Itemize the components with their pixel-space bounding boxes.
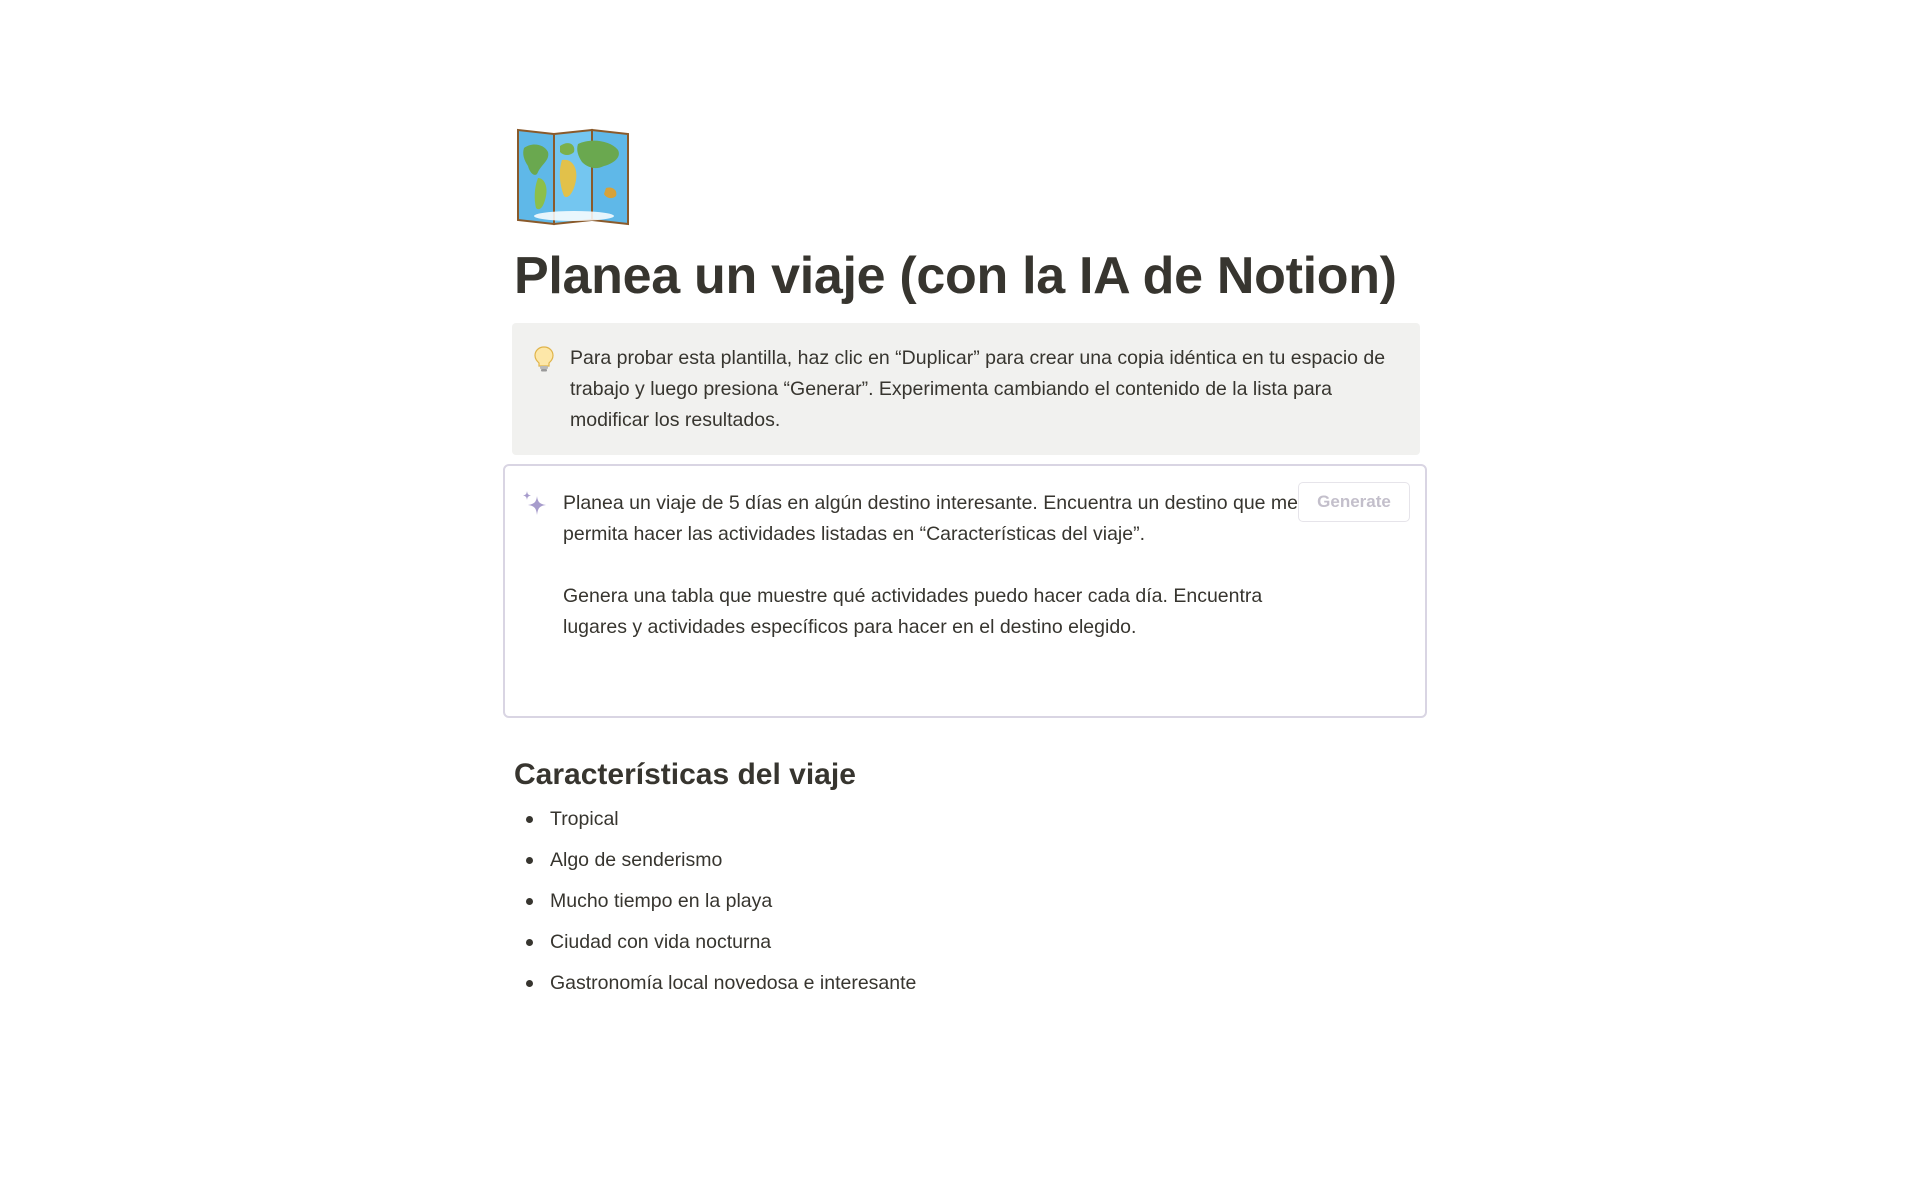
list-item-label: Algo de senderismo [550, 849, 723, 871]
bullet-icon [526, 816, 533, 823]
bullet-icon [526, 980, 533, 987]
list-item[interactable]: Ciudad con vida nocturna [514, 927, 1214, 968]
world-map-icon[interactable] [514, 126, 632, 228]
list-item[interactable]: Algo de senderismo [514, 845, 1214, 886]
list-item[interactable]: Mucho tiempo en la playa [514, 886, 1214, 927]
callout: Para probar esta plantilla, haz clic en … [512, 323, 1420, 455]
callout-text: Para probar esta plantilla, haz clic en … [570, 347, 1386, 431]
bullet-icon [526, 939, 533, 946]
list-item[interactable]: Gastronomía local novedosa e interesante [514, 968, 1214, 1009]
bullet-icon [526, 898, 533, 905]
lightbulb-icon [532, 345, 556, 373]
list-item-label: Ciudad con vida nocturna [550, 931, 772, 953]
features-list: Tropical Algo de senderismo Mucho tiempo… [514, 804, 1214, 1009]
ai-prompt-text[interactable]: Planea un viaje de 5 días en algún desti… [563, 488, 1303, 643]
list-item-label: Mucho tiempo en la playa [550, 890, 773, 912]
section-heading: Características del viaje [514, 758, 856, 791]
list-item-label: Gastronomía local novedosa e interesante [550, 972, 917, 994]
list-item-label: Tropical [550, 808, 619, 830]
bullet-icon [526, 857, 533, 864]
generate-button[interactable]: Generate [1298, 482, 1410, 522]
sparkle-icon [521, 490, 549, 518]
ai-block[interactable]: Planea un viaje de 5 días en algún desti… [503, 464, 1427, 718]
page-title: Planea un viaje (con la IA de Notion) [514, 247, 1397, 305]
list-item[interactable]: Tropical [514, 804, 1214, 845]
